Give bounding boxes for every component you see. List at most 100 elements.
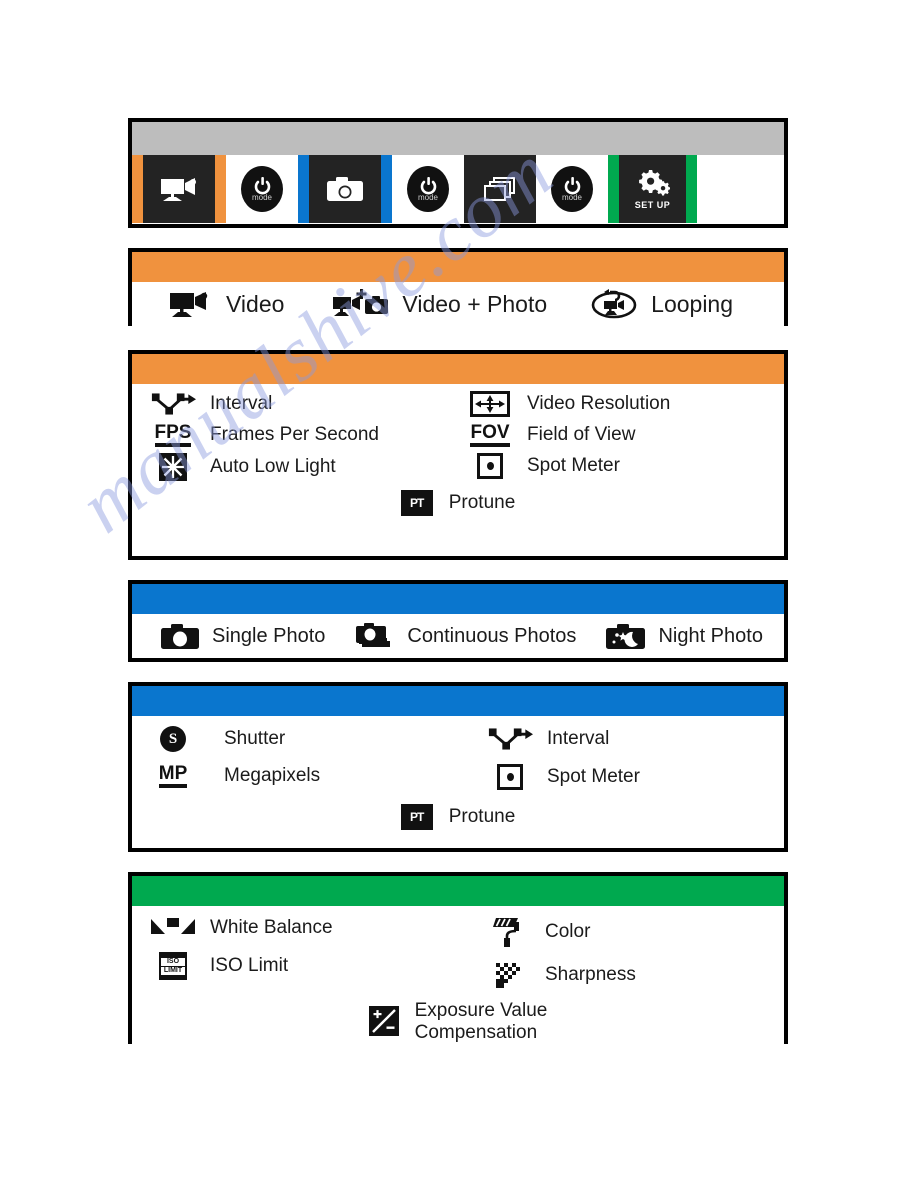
setting-auto-low-light[interactable]: Auto Low Light [150, 450, 467, 484]
setting-iso-limit[interactable]: ISO LIMIT ISO Limit [150, 946, 467, 986]
protune-icon: PT [400, 804, 433, 830]
auto-low-light-icon [150, 453, 196, 481]
mode-cell-multishot[interactable] [464, 155, 536, 223]
setup-settings-panel: White Balance ISO LIMIT ISO Limit Color … [128, 872, 788, 1050]
burst-stack-icon [481, 174, 519, 204]
fov-icon-text: FOV [470, 423, 510, 447]
mode-strip-panel: mode mode mode SET UP [128, 118, 788, 228]
video-settings-panel: Interval FPS Frames Per Second Auto Low … [128, 350, 788, 560]
setting-protune-label: Protune [448, 492, 516, 513]
mode-button-2[interactable]: mode [392, 155, 464, 223]
mode-button-3[interactable]: mode [536, 155, 608, 223]
fps-icon: FPS [150, 423, 196, 447]
single-photo-icon [156, 621, 204, 651]
iso-limit-icon: ISO LIMIT [150, 952, 196, 980]
single-photo-item[interactable]: Single Photo [156, 621, 325, 651]
setup-label: SET UP [634, 200, 671, 210]
looping-mode-label: Looping [651, 290, 734, 317]
setting-white-balance[interactable]: White Balance [150, 910, 467, 946]
night-photo-item[interactable]: Night Photo [602, 621, 763, 651]
mode-button-label: mode [251, 192, 272, 202]
night-photo-icon [602, 621, 650, 651]
setup-settings-body: White Balance ISO LIMIT ISO Limit Color … [132, 906, 784, 1050]
camera-icon [326, 175, 364, 203]
power-mode-icon: mode [551, 166, 593, 212]
iso-icon-text-bottom: LIMIT [161, 966, 185, 975]
video-modes-accent-bar [132, 252, 784, 282]
video-photo-mode-item[interactable]: Video + Photo [330, 287, 547, 321]
video-settings-accent-bar [132, 354, 784, 384]
setting-protune-label: Protune [448, 806, 516, 827]
accent-bar-photo-right [381, 155, 392, 223]
setting-color[interactable]: Color [485, 910, 784, 954]
setting-protune[interactable]: PT Protune [132, 802, 784, 830]
video-modes-panel: Video Video + Photo Looping [128, 248, 788, 326]
setting-white-balance-label: White Balance [210, 917, 333, 938]
page-root: manualshive.com mode mode mode SET UP Vi… [0, 0, 918, 1188]
gears-icon [636, 168, 670, 198]
setting-spot-meter[interactable]: Spot Meter [467, 450, 784, 482]
setting-interval[interactable]: Interval [150, 388, 467, 420]
setting-shutter[interactable]: S Shutter [150, 720, 467, 758]
setting-evc-label-line1: Exposure Value [414, 1000, 548, 1021]
setting-sharpness-label: Sharpness [545, 964, 636, 985]
setting-video-resolution-label: Video Resolution [527, 393, 671, 414]
setting-video-resolution[interactable]: Video Resolution [467, 388, 784, 420]
mode-strip-row: mode mode mode SET UP [132, 155, 784, 223]
single-photo-label: Single Photo [212, 624, 326, 647]
accent-bar-setup-left [608, 155, 619, 223]
setting-field-of-view-label: Field of View [527, 424, 636, 445]
video-plus-photo-icon [330, 287, 392, 321]
setting-field-of-view[interactable]: FOV Field of View [467, 420, 784, 450]
setting-megapixels[interactable]: MP Megapixels [150, 758, 467, 794]
color-roller-icon [485, 916, 531, 948]
shutter-icon-text: S [160, 726, 186, 752]
continuous-photos-label: Continuous Photos [407, 624, 577, 647]
looping-icon [587, 288, 641, 320]
video-mode-label: Video [226, 290, 285, 317]
setting-spot-meter[interactable]: Spot Meter [487, 758, 784, 796]
exposure-value-icon [368, 1006, 399, 1036]
photo-modes-row: Single Photo Continuous Photos Night Pho… [132, 614, 784, 658]
power-mode-icon: mode [241, 166, 283, 212]
continuous-photos-item[interactable]: Continuous Photos [351, 621, 576, 651]
setting-sharpness[interactable]: Sharpness [485, 954, 784, 996]
mode-strip-filler [697, 155, 784, 223]
video-settings-body: Interval FPS Frames Per Second Auto Low … [132, 384, 784, 522]
setting-interval[interactable]: Interval [487, 720, 784, 758]
mode-button-1[interactable]: mode [226, 155, 298, 223]
shutter-icon: S [150, 726, 196, 752]
setting-interval-label: Interval [210, 393, 273, 414]
mode-cell-photo[interactable] [309, 155, 381, 223]
setting-fps-label: Frames Per Second [210, 424, 379, 445]
video-resolution-icon [467, 391, 513, 417]
setting-protune[interactable]: PT Protune [132, 488, 784, 516]
spot-meter-icon [487, 764, 533, 790]
interval-icon [487, 726, 533, 752]
setting-interval-label: Interval [547, 728, 610, 749]
photo-modes-panel: Single Photo Continuous Photos Night Pho… [128, 580, 788, 662]
fov-icon: FOV [467, 423, 513, 447]
photo-settings-panel: S Shutter MP Megapixels Interval Spot Me… [128, 682, 788, 852]
video-camera-icon [159, 174, 199, 204]
accent-bar-photo-left [298, 155, 309, 223]
photo-settings-accent-bar [132, 686, 784, 716]
photo-settings-body: S Shutter MP Megapixels Interval Spot Me… [132, 716, 784, 836]
video-mode-item[interactable]: Video [162, 288, 284, 320]
photo-modes-accent-bar [132, 584, 784, 614]
mode-button-label: mode [417, 192, 438, 202]
video-photo-mode-label: Video + Photo [402, 290, 548, 317]
mode-cell-video[interactable] [143, 155, 215, 223]
megapixels-icon-text: MP [158, 764, 188, 788]
continuous-photos-icon [351, 621, 399, 651]
setting-iso-limit-label: ISO Limit [210, 955, 289, 976]
mode-cell-setup[interactable]: SET UP [619, 155, 686, 223]
setting-evc-label-line2: Compensation [414, 1022, 538, 1043]
setup-accent-bar [132, 876, 784, 906]
looping-mode-item[interactable]: Looping [587, 288, 733, 320]
setting-frames-per-second[interactable]: FPS Frames Per Second [150, 420, 467, 450]
grey-header-strip [132, 122, 784, 155]
setting-megapixels-label: Megapixels [224, 765, 321, 786]
setting-exposure-value-compensation[interactable]: Exposure Value Compensation [132, 998, 784, 1044]
setting-spot-meter-label: Spot Meter [527, 455, 620, 476]
